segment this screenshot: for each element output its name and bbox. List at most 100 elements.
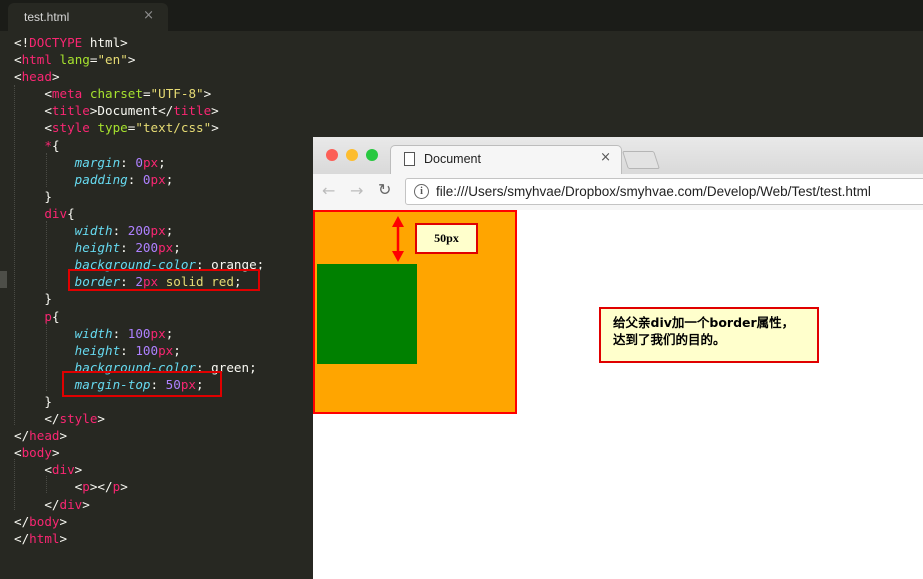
browser-tab-document[interactable]: Document × — [390, 145, 622, 175]
code-token: "text/css" — [135, 120, 212, 136]
code-line: <div> — [14, 461, 264, 478]
close-icon[interactable]: × — [143, 8, 154, 23]
code-line: <body> — [14, 444, 264, 461]
code-token: : — [112, 223, 128, 239]
code-token: width — [74, 325, 113, 341]
code-line: width: 100px; — [14, 325, 264, 342]
code-line: p{ — [14, 308, 264, 325]
code-token: : — [120, 342, 136, 358]
minimize-window-button[interactable] — [346, 149, 358, 161]
code-line: padding: 0px; — [14, 171, 264, 188]
code-token: </ — [14, 428, 30, 444]
code-token: : — [120, 240, 136, 256]
code-token: ; — [173, 342, 181, 358]
close-icon[interactable]: × — [600, 150, 611, 165]
new-tab-button[interactable] — [622, 151, 660, 169]
code-token: html — [21, 52, 52, 68]
code-token: body — [21, 445, 52, 461]
highlight-margin-top-rule — [62, 371, 222, 397]
code-token: div — [51, 462, 75, 478]
code-token: charset — [89, 86, 143, 102]
close-window-button[interactable] — [326, 149, 338, 161]
forward-arrow-icon[interactable]: → — [350, 181, 363, 200]
code-line: <meta charset="UTF-8"> — [14, 85, 264, 102]
code-token: width — [74, 223, 113, 239]
code-token: "UTF-8" — [150, 86, 204, 102]
reload-icon[interactable]: ↻ — [378, 180, 391, 199]
code-token: } — [14, 188, 52, 204]
code-line: <style type="text/css"> — [14, 119, 264, 136]
code-token: title — [173, 103, 212, 119]
explanation-note: 给父亲div加一个border属性，达到了我们的目的。 — [599, 307, 819, 363]
code-token: < — [14, 69, 22, 85]
code-token: html — [29, 530, 60, 546]
code-token: > — [211, 103, 219, 119]
code-token: ; — [165, 223, 174, 239]
code-token: : — [112, 325, 128, 341]
code-token: height — [74, 240, 121, 256]
code-token: : — [127, 171, 143, 187]
code-token: padding — [74, 171, 128, 187]
code-token: } — [14, 291, 52, 307]
green-child-p — [317, 264, 417, 364]
code-line: </style> — [14, 410, 264, 427]
code-token: head — [29, 428, 60, 444]
editor-tab-test-html[interactable]: test.html × — [8, 3, 168, 31]
code-token: style — [59, 411, 98, 427]
gutter-current-line-marker — [0, 271, 7, 288]
browser-tab-title: Document — [424, 152, 481, 166]
code-token: < — [14, 462, 52, 478]
code-token: > — [59, 428, 68, 444]
code-token: <! — [14, 35, 30, 50]
code-line: div{ — [14, 205, 264, 222]
document-icon — [404, 152, 415, 166]
browser-toolbar: ← → ↻ i file:///Users/smyhvae/Dropbox/sm… — [313, 174, 923, 211]
code-token: < — [14, 103, 52, 119]
code-token: html> — [82, 35, 128, 50]
code-token: < — [14, 86, 52, 102]
code-token: < — [14, 52, 22, 68]
code-token: </ — [14, 513, 30, 529]
code-token: > — [74, 462, 83, 478]
editor-tab-bar: test.html × — [0, 0, 923, 31]
code-line: height: 100px; — [14, 342, 264, 359]
code-token: >Document</ — [89, 103, 174, 119]
code-token: div — [44, 205, 68, 221]
code-token: p — [44, 308, 52, 324]
code-token: > — [203, 86, 212, 102]
double-arrow-icon — [392, 216, 404, 262]
code-token: < — [14, 445, 22, 461]
code-token: 100 — [135, 342, 159, 358]
code-token: < — [14, 120, 52, 136]
code-token: </ — [14, 496, 60, 512]
highlight-border-rule — [68, 269, 260, 291]
back-arrow-icon[interactable]: ← — [322, 181, 335, 200]
info-icon[interactable]: i — [414, 184, 429, 199]
code-token: "en" — [97, 52, 128, 68]
code-line: </div> — [14, 496, 264, 513]
code-token: margin — [74, 154, 121, 170]
code-token: px — [158, 240, 174, 256]
code-line: } — [14, 290, 264, 307]
margin-label-note: 50px — [415, 223, 478, 254]
code-token: body — [29, 513, 60, 529]
code-line: } — [14, 188, 264, 205]
code-token: 0 — [135, 154, 143, 170]
code-token: > — [59, 513, 68, 529]
maximize-window-button[interactable] — [366, 149, 378, 161]
code-token: 200 — [127, 223, 151, 239]
code-token: > — [82, 496, 90, 512]
address-bar[interactable]: i file:///Users/smyhvae/Dropbox/smyhvae.… — [405, 178, 923, 205]
code-token: type — [97, 120, 128, 136]
code-token: > — [51, 69, 60, 85]
